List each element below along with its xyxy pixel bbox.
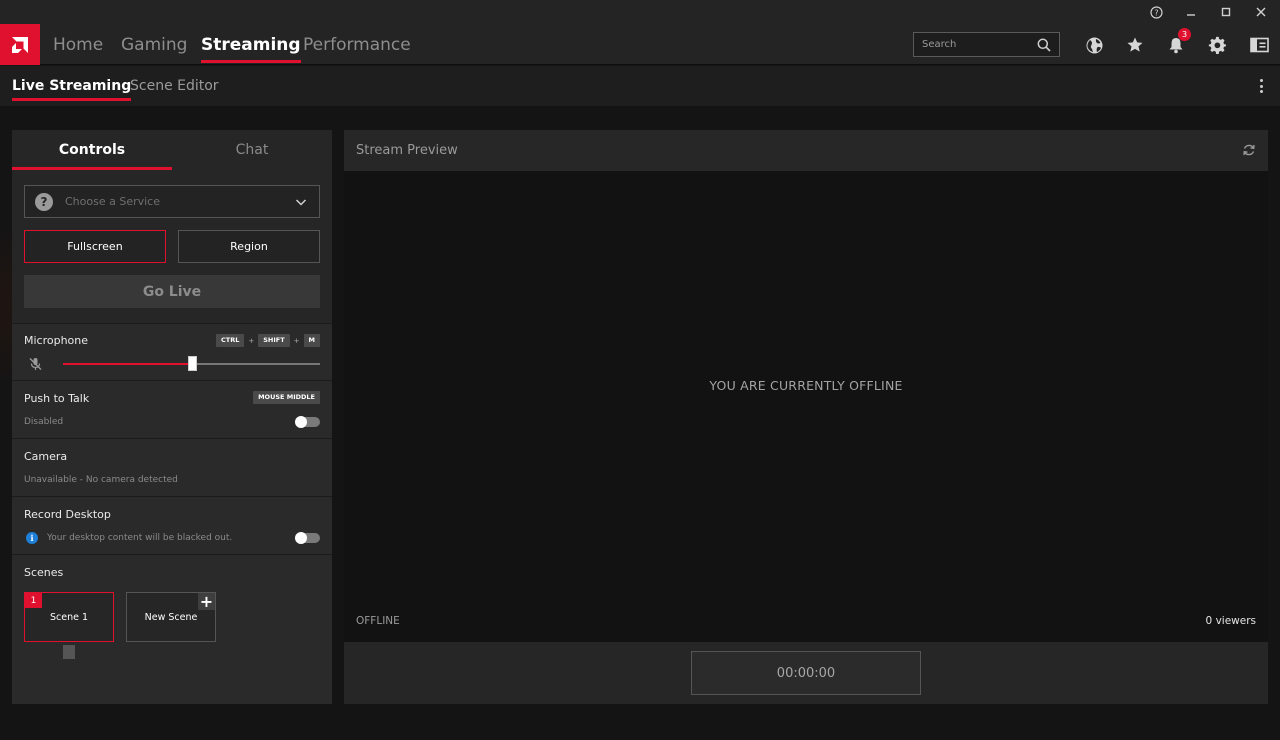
go-live-button[interactable]: Go Live — [24, 275, 320, 308]
viewer-count: 0 viewers — [1205, 615, 1256, 627]
search-input[interactable] — [922, 39, 1032, 50]
new-scene-button[interactable]: + New Scene — [126, 592, 216, 642]
slider-fill — [63, 363, 192, 365]
controls-panel: Controls Chat ? Choose a Service Fullscr… — [12, 130, 332, 704]
nav-item-gaming[interactable]: Gaming — [121, 24, 187, 65]
tab-live-streaming[interactable]: Live Streaming — [12, 66, 132, 106]
nav-item-streaming[interactable]: Streaming — [201, 24, 301, 65]
offline-message: YOU ARE CURRENTLY OFFLINE — [709, 378, 903, 393]
push-to-talk-title: Push to Talk — [24, 392, 90, 405]
chevron-down-icon — [295, 199, 307, 206]
microphone-hotkey: CTRL + SHIFT + M — [216, 334, 320, 347]
preview-header: Stream Preview — [344, 130, 1268, 171]
microphone-title: Microphone — [24, 334, 89, 347]
nav-item-performance[interactable]: Performance — [303, 24, 411, 65]
camera-status: Unavailable - No camera detected — [24, 475, 178, 485]
stream-preview-panel: Stream Preview YOU ARE CURRENTLY OFFLINE… — [344, 130, 1268, 704]
microphone-section: Microphone CTRL + SHIFT + M — [12, 323, 332, 380]
tab-chat[interactable]: Chat — [172, 130, 332, 170]
main-nav: Home Gaming Streaming Performance 3 — [0, 24, 1280, 65]
maximize-icon[interactable] — [1209, 0, 1243, 24]
close-icon[interactable] — [1244, 0, 1278, 24]
service-placeholder: Choose a Service — [65, 195, 160, 208]
star-icon[interactable] — [1122, 32, 1148, 58]
sidebar-icon[interactable] — [1246, 32, 1272, 58]
info-icon: i — [26, 532, 38, 544]
push-to-talk-status: Disabled — [24, 417, 64, 427]
record-desktop-section: Record Desktop i Your desktop content wi… — [12, 496, 332, 554]
stream-status: OFFLINE — [356, 615, 400, 627]
help-icon[interactable]: ? — [1139, 0, 1173, 24]
microphone-muted-icon[interactable] — [29, 357, 42, 371]
record-desktop-toggle[interactable] — [295, 532, 320, 544]
plus-icon[interactable]: + — [198, 593, 215, 610]
scenes-title: Scenes — [24, 566, 64, 579]
camera-title: Camera — [24, 450, 68, 463]
gear-icon[interactable] — [1204, 32, 1230, 58]
preview-title: Stream Preview — [356, 143, 458, 158]
service-dropdown[interactable]: ? Choose a Service — [24, 185, 320, 218]
refresh-icon[interactable] — [1242, 143, 1256, 157]
amd-logo-icon[interactable] — [0, 24, 40, 65]
question-icon: ? — [35, 192, 53, 211]
more-options-icon[interactable] — [1256, 78, 1266, 94]
hotkey-separator: + — [248, 336, 255, 345]
push-to-talk-section: Push to Talk MOUSE MIDDLE Disabled — [12, 380, 332, 438]
hotkey-separator: + — [293, 336, 300, 345]
slider-thumb[interactable] — [188, 356, 197, 371]
svg-text:?: ? — [1154, 8, 1158, 17]
preview-footer: 00:00:00 — [344, 642, 1268, 704]
stream-timer: 00:00:00 — [691, 651, 921, 695]
camera-section: Camera Unavailable - No camera detected — [12, 438, 332, 496]
scene-number-badge: 1 — [25, 593, 42, 608]
record-desktop-info: Your desktop content will be blacked out… — [47, 533, 233, 543]
scene-card[interactable]: 1 Scene 1 — [24, 592, 114, 642]
tab-controls[interactable]: Controls — [12, 130, 172, 170]
hotkey-m: M — [303, 334, 320, 347]
push-to-talk-toggle[interactable] — [295, 416, 320, 428]
nav-item-home[interactable]: Home — [53, 24, 103, 65]
record-desktop-title: Record Desktop — [24, 508, 111, 521]
push-to-talk-hotkey: MOUSE MIDDLE — [253, 391, 320, 404]
fullscreen-button[interactable]: Fullscreen — [24, 230, 166, 263]
search-icon[interactable] — [1037, 38, 1051, 52]
globe-icon[interactable] — [1081, 32, 1107, 58]
bell-icon[interactable]: 3 — [1163, 28, 1191, 58]
title-bar: ? — [0, 0, 1280, 24]
microphone-volume-slider[interactable] — [63, 356, 320, 371]
hotkey-shift: SHIFT — [258, 334, 290, 347]
scene-label: Scene 1 — [49, 611, 89, 623]
tab-scene-editor[interactable]: Scene Editor — [130, 66, 219, 106]
minimize-icon[interactable] — [1174, 0, 1208, 24]
sub-nav: Live Streaming Scene Editor — [0, 66, 1280, 106]
hotkey-mouse-middle[interactable]: MOUSE MIDDLE — [253, 391, 320, 404]
notification-badge: 3 — [1178, 28, 1191, 41]
new-scene-label: New Scene — [144, 611, 198, 623]
region-button[interactable]: Region — [178, 230, 320, 263]
search-box[interactable] — [913, 32, 1060, 57]
hotkey-ctrl: CTRL — [216, 334, 245, 347]
scene-drag-handle[interactable] — [63, 645, 75, 659]
